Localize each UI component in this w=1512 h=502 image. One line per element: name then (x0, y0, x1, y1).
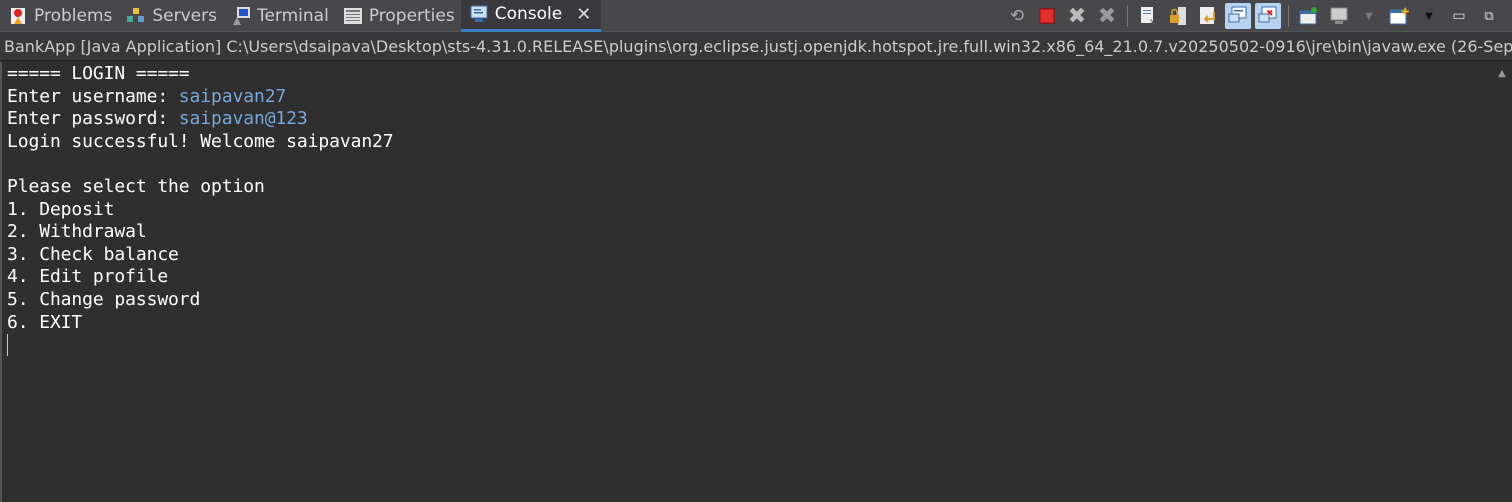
tab-label: Problems (34, 5, 113, 26)
sync-icon[interactable]: ⟲ (1004, 3, 1030, 29)
console-line: 2. Withdrawal (7, 221, 147, 243)
console-line: Login successful! Welcome saipavan27 (7, 130, 394, 152)
remove-all-terminated-icon[interactable]: ✖ (1094, 3, 1120, 29)
remove-launch-icon[interactable]: ✖ (1064, 3, 1090, 29)
console-line: 3. Check balance (7, 243, 179, 265)
word-wrap-icon[interactable] (1195, 3, 1221, 29)
tab-label: Properties (368, 5, 455, 26)
servers-icon (126, 6, 146, 26)
open-console-dropdown-icon[interactable]: ▼ (1416, 3, 1442, 29)
prompt-text: Enter username: (7, 85, 179, 107)
console-line: Enter username: saipavan27 (7, 86, 1512, 109)
vertical-scrollbar[interactable]: ▲ (1492, 62, 1512, 502)
scroll-up-icon[interactable]: ▲ (1492, 68, 1512, 79)
open-console-icon[interactable]: ✚ (1386, 3, 1412, 29)
user-input-text: saipavan@123 (178, 108, 308, 130)
terminal-icon (231, 6, 251, 26)
restore-icon[interactable]: ⧉ (1476, 3, 1502, 29)
display-console-dropdown-icon[interactable]: ▼ (1356, 3, 1382, 29)
toolbar-separator (1288, 5, 1289, 27)
console-line: 4. Edit profile (7, 266, 169, 288)
show-on-stdout-icon[interactable] (1225, 3, 1251, 29)
console-line: 5. Change password (7, 288, 201, 310)
tab-terminal[interactable]: Terminal (223, 0, 335, 32)
tab-label: Terminal (256, 5, 329, 26)
toolbar-separator (1127, 5, 1128, 27)
console-icon (469, 4, 489, 24)
console-line: 6. EXIT (7, 311, 83, 333)
console-line: ===== LOGIN ===== (7, 63, 190, 84)
console-input-line[interactable] (7, 334, 1512, 357)
scroll-lock-icon[interactable] (1165, 3, 1191, 29)
minimize-icon[interactable]: ▭ (1446, 3, 1472, 29)
console-line: Enter password: saipavan@123 (7, 108, 1512, 131)
display-console-icon[interactable] (1326, 3, 1352, 29)
terminate-icon[interactable] (1034, 3, 1060, 29)
tab-properties[interactable]: Properties (335, 0, 461, 32)
tab-console[interactable]: Console ✕ (460, 0, 602, 32)
view-tab-bar: Problems Servers Terminal Properties Con… (0, 0, 1512, 32)
problems-icon (8, 6, 28, 26)
svg-text:✕: ✕ (1149, 18, 1157, 26)
svg-text:✚: ✚ (1401, 7, 1409, 18)
user-input-text: saipavan27 (178, 85, 287, 107)
tab-label: Console (494, 4, 563, 24)
console-process-path: BankApp [Java Application] C:\Users\dsai… (0, 32, 1512, 61)
show-on-stderr-icon[interactable]: ✖ (1255, 3, 1281, 29)
tab-problems[interactable]: Problems (0, 0, 118, 32)
close-icon[interactable]: ✕ (576, 4, 591, 25)
tab-label: Servers (152, 5, 217, 26)
pin-console-icon[interactable] (1296, 3, 1322, 29)
text-caret (7, 334, 8, 357)
console-line: Please select the option (7, 175, 265, 197)
console-line: 1. Deposit (7, 198, 115, 220)
properties-icon (343, 6, 363, 26)
console-toolbar: ⟲ ✖ ✖ ✕ ✖ ▼ ✚ ▼ ▭ ⧉ (1004, 0, 1512, 32)
console-output[interactable]: ===== LOGIN ===== Enter username: saipava… (0, 61, 1512, 501)
clear-console-icon[interactable]: ✕ (1135, 3, 1161, 29)
prompt-text: Enter password: (7, 108, 179, 130)
tab-servers[interactable]: Servers (118, 0, 223, 32)
